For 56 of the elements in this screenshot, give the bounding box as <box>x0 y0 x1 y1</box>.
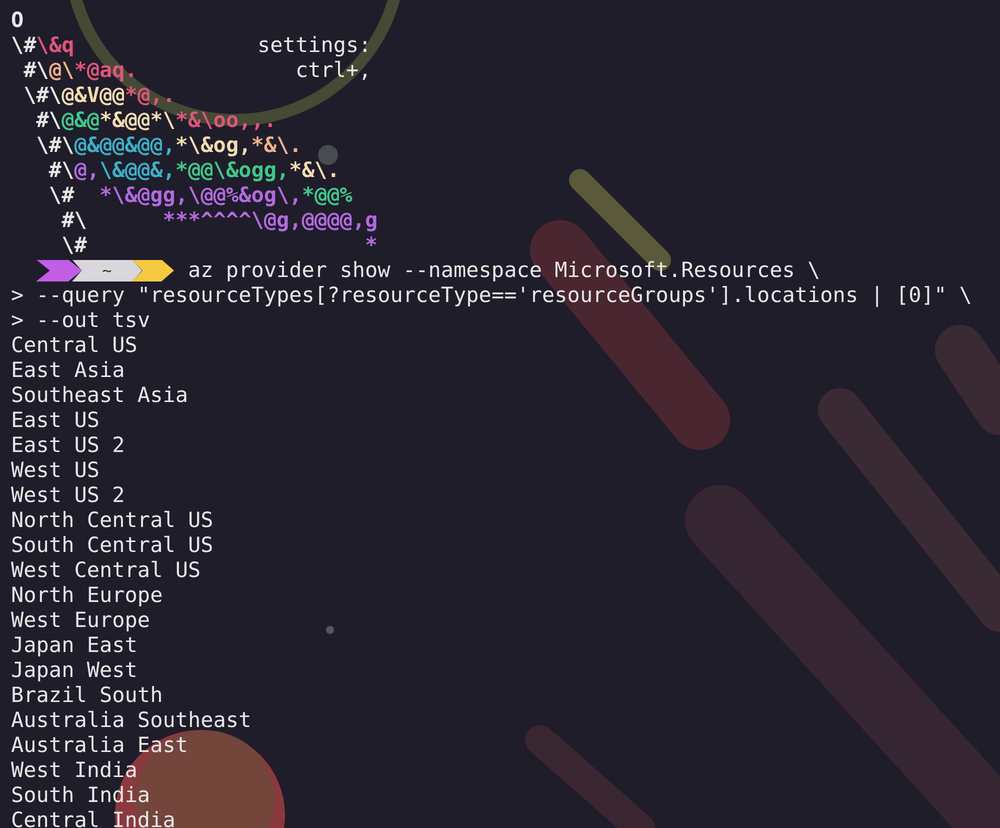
ascii-art-fragment: *&@@*\ <box>100 108 176 132</box>
output-line: Japan West <box>11 658 138 683</box>
continuation-marker: > <box>11 308 24 333</box>
output-line: South Central US <box>11 533 214 558</box>
ascii-art-fragment: @\ <box>48 58 74 82</box>
ascii-art-fragment: @&@ <box>62 108 100 132</box>
ascii-art-fragment: *&\. <box>251 133 302 157</box>
output-line: North Europe <box>11 583 164 608</box>
ascii-art-fragment: ***^^^^\@g,@@@@,g <box>162 208 378 232</box>
ascii-art-fragment: \# <box>48 183 76 207</box>
output-line: East Asia <box>11 358 126 383</box>
output-line: Central India <box>11 808 176 828</box>
ascii-art-fragment: \#\ <box>22 83 62 107</box>
ascii-art-fragment: *@@\&ogg, <box>175 158 290 182</box>
output-line: North Central US <box>11 508 214 533</box>
command-text: az provider show --namespace Microsoft.Resources \ <box>188 258 820 283</box>
output-line: West Central US <box>11 558 202 583</box>
output-line: Australia East <box>11 733 190 758</box>
ascii-art-fragment: * <box>365 233 378 257</box>
ascii-art-fragment: #\ <box>60 208 88 232</box>
ascii-art-fragment: @&@@&@@, <box>74 133 176 157</box>
ascii-art-fragment: \&q <box>36 33 74 57</box>
ascii-art-fragment: #\ <box>22 58 49 82</box>
output-line: West US 2 <box>11 483 126 508</box>
output-line: South India <box>11 783 152 808</box>
ascii-art-fragment: *@,. <box>124 83 176 107</box>
output-line: East US 2 <box>11 433 126 458</box>
ascii-art-fragment: \# <box>11 33 36 57</box>
ascii-art-fragment: O <box>11 8 24 32</box>
output-line: Brazil South <box>11 683 164 708</box>
output-line: Japan East <box>11 633 138 658</box>
ascii-art-fragment: *&\. <box>289 158 340 182</box>
ascii-art-fragment: \#\ <box>35 133 74 157</box>
ascii-art-fragment: *&\oo,,. <box>175 108 277 132</box>
continuation-marker: > <box>11 283 24 308</box>
ascii-art-fragment: \# <box>60 233 88 257</box>
ascii-art-fragment: @, <box>74 158 100 182</box>
output-line: Central US <box>11 333 138 358</box>
command-text: --out tsv <box>36 308 150 333</box>
settings-hint: settings: <box>258 33 372 58</box>
command-text: --query "resourceTypes[?resourceType=='resourceGroups'].locations | [0]" \ <box>36 283 972 308</box>
ascii-art-fragment: #\ <box>48 158 74 182</box>
output-line: West India <box>11 758 138 783</box>
ascii-art-fragment: #\ <box>35 108 62 132</box>
ascii-art-fragment: *@@% <box>302 183 352 207</box>
output-line: Southeast Asia <box>11 383 190 408</box>
output-line: West US <box>11 458 101 483</box>
ascii-art-fragment: *\&@gg,\@@%&og\, <box>100 183 302 207</box>
output-line: Australia Southeast <box>11 708 252 733</box>
output-line: West Europe <box>11 608 152 633</box>
ascii-art-fragment: @&V@@ <box>62 83 125 107</box>
ascii-art-fragment: *\&og, <box>175 133 252 157</box>
ascii-art-fragment: \&@@&, <box>100 158 176 182</box>
ascii-art-fragment: *@aq. <box>74 58 138 82</box>
output-line: East US <box>11 408 101 433</box>
settings-hint: ctrl+, <box>295 58 372 83</box>
